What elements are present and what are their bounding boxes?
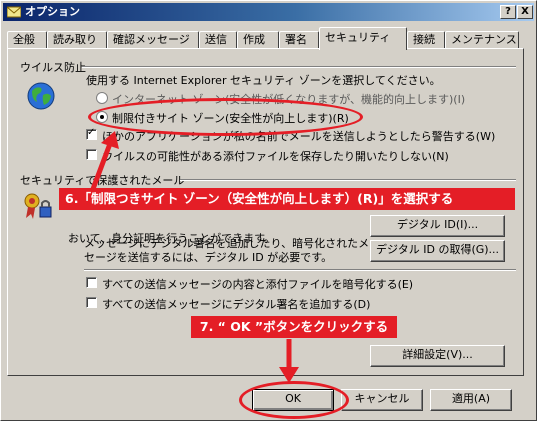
secure-mail-divider (180, 179, 516, 181)
tab-receipts[interactable]: 確認メッセージ (107, 31, 199, 49)
apply-button[interactable]: 適用(A) (430, 389, 512, 411)
tab-read[interactable]: 読み取り (47, 31, 107, 49)
tab-general[interactable]: 全般 (7, 31, 47, 49)
title-bar[interactable]: オプション ? X (3, 3, 534, 21)
tab-connection[interactable]: 接続 (407, 31, 445, 49)
close-button[interactable]: X (517, 5, 533, 19)
zone-internet-radio[interactable] (96, 92, 108, 104)
info-text-line2: セージを送信するには、デジタル ID が必要です。 (84, 251, 333, 264)
tab-maintenance[interactable]: メンテナンス (445, 31, 519, 49)
sign-all-checkbox[interactable] (86, 297, 97, 308)
tab-compose[interactable]: 作成 (237, 31, 279, 49)
tab-send[interactable]: 送信 (199, 31, 237, 49)
cancel-button[interactable]: キャンセル (341, 389, 423, 411)
window-title: オプション (25, 5, 80, 18)
arrow-up-icon (90, 131, 119, 190)
encrypt-all-label: すべての送信メッセージの内容と添付ファイルを暗号化する(E) (102, 278, 414, 291)
virus-divider (82, 66, 516, 68)
encrypt-all-checkbox[interactable] (86, 277, 97, 288)
virus-heading: ウイルス防止 (20, 61, 86, 74)
globe-icon (27, 82, 55, 110)
sign-all-label: すべての送信メッセージにデジタル署名を追加する(D) (102, 298, 371, 311)
zone-description: 使用する Internet Explorer セキュリティ ゾーンを選択してくだ… (86, 74, 441, 87)
highlight-oval-restricted-zone (88, 98, 363, 136)
help-button[interactable]: ? (500, 5, 516, 19)
options-dialog: オプション ? X 全般 読み取り 確認メッセージ 送信 作成 署名 セキュリテ… (0, 0, 537, 421)
outlook-express-icon (7, 6, 21, 18)
arrow-down-icon (279, 339, 299, 383)
step7-annotation: 7. “ OK ”ボタンをクリックする (191, 316, 397, 338)
tab-signatures[interactable]: 署名 (279, 31, 319, 49)
digital-id-button[interactable]: デジタル ID(I)... (370, 215, 505, 237)
get-digital-id-button[interactable]: デジタル ID の取得(G)... (370, 240, 505, 262)
tab-security[interactable]: セキュリティ (319, 27, 407, 50)
secure-mail-inner-divider (84, 269, 516, 271)
advanced-settings-button[interactable]: 詳細設定(V)... (370, 345, 505, 367)
certificate-lock-icon (24, 193, 52, 219)
highlight-oval-ok-button (239, 381, 349, 419)
block-attachments-label: ウイルスの可能性がある添付ファイルを保存したり開いたりしない(N) (102, 150, 449, 163)
step6-annotation: 6.「制限つきサイト ゾーン（安全性が向上します）(R)」を選択する (59, 188, 515, 210)
